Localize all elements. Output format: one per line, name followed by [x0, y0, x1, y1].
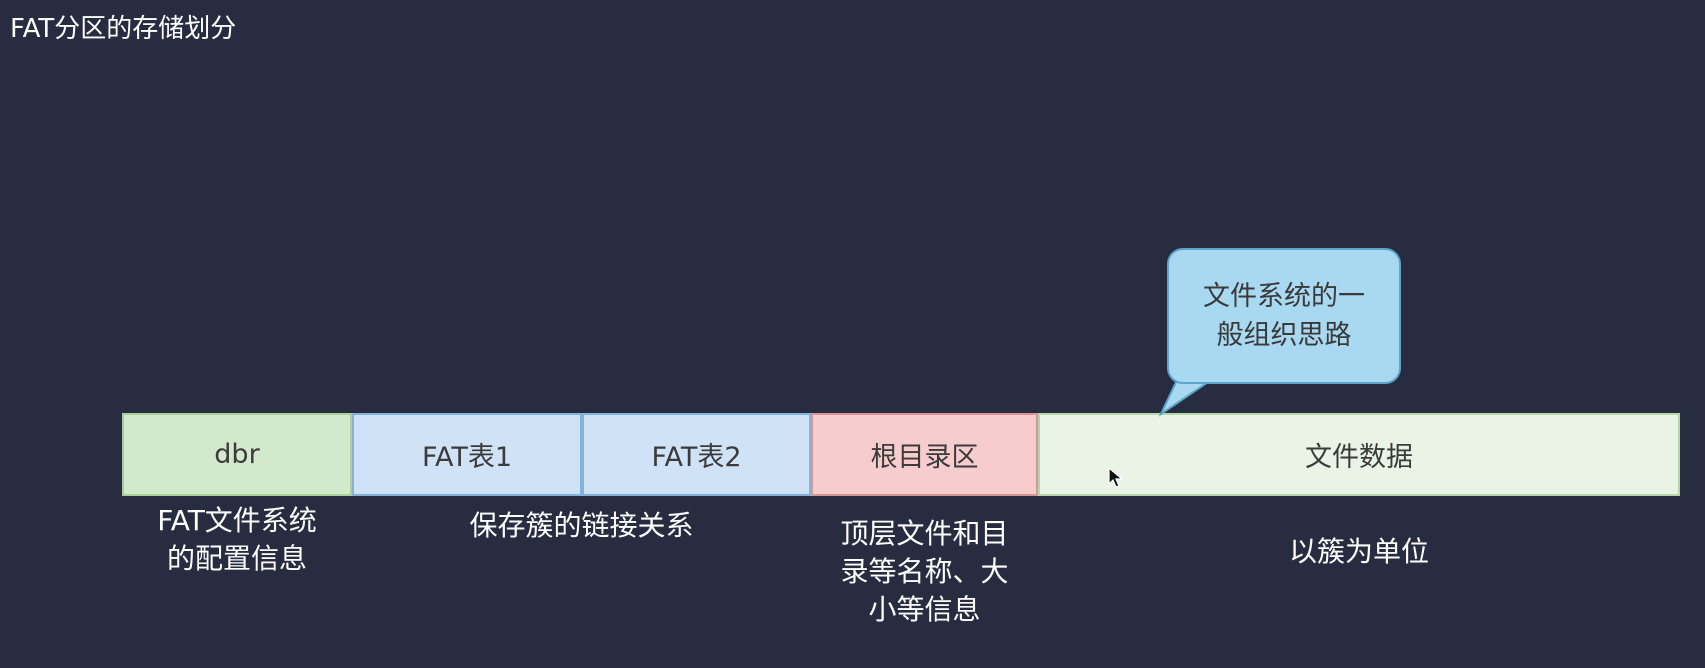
callout-line: 般组织思路: [1216, 320, 1352, 351]
segment-fat-table-1: FAT表1: [352, 413, 582, 496]
description-dbr: FAT文件系统 的配置信息: [122, 502, 352, 578]
description-file-data: 以簇为单位: [1038, 533, 1680, 571]
description-fat-tables: 保存簇的链接关系: [352, 507, 811, 545]
segment-root-directory: 根目录区: [811, 413, 1038, 496]
diagram-canvas: FAT分区的存储划分 dbr FAT表1 FAT表2 根目录区 文件数据 FAT…: [0, 0, 1705, 668]
segment-fat-table-2: FAT表2: [582, 413, 811, 496]
segment-dbr: dbr: [122, 413, 352, 496]
description-line: 顶层文件和目: [840, 517, 1009, 550]
description-line: 小等信息: [868, 593, 981, 626]
callout-tail: [1158, 376, 1218, 417]
description-line: 的配置信息: [166, 542, 307, 575]
page-title: FAT分区的存储划分: [10, 14, 237, 44]
description-line: 录等名称、大: [840, 555, 1009, 588]
description-line: FAT文件系统: [157, 504, 317, 537]
mouse-pointer-icon: [1108, 467, 1124, 488]
description-root-directory: 顶层文件和目 录等名称、大 小等信息: [811, 515, 1038, 629]
callout-bubble: 文件系统的一 般组织思路: [1167, 248, 1401, 384]
description-line: 以簇为单位: [1288, 535, 1429, 568]
segment-file-data: 文件数据: [1038, 413, 1680, 496]
description-line: 保存簇的链接关系: [469, 509, 694, 542]
callout-line: 文件系统的一: [1203, 281, 1365, 312]
